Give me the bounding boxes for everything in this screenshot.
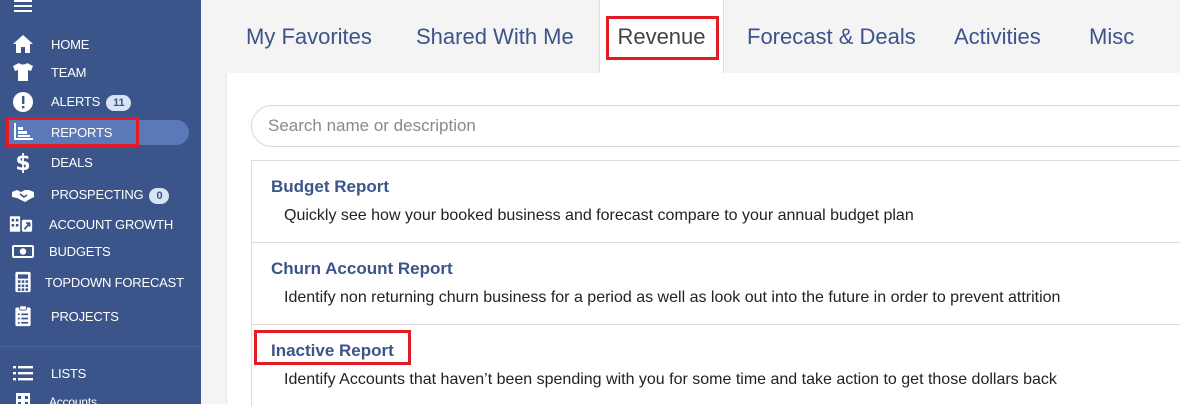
report-title-churn-account[interactable]: Churn Account Report: [271, 259, 453, 279]
report-description: Quickly see how your booked business and…: [284, 207, 914, 224]
sidebar-item-accounts[interactable]: Accounts: [0, 388, 201, 404]
main-content: My Favorites Shared With Me Revenue Fore…: [201, 0, 1180, 406]
tab-misc[interactable]: Misc: [1089, 0, 1134, 73]
shirt-icon: [10, 60, 36, 84]
sidebar-item-label: Accounts: [49, 395, 97, 404]
sidebar-item-account-growth[interactable]: ACCOUNT GROWTH: [0, 210, 201, 238]
sidebar-item-label: BUDGETS: [49, 243, 111, 259]
sidebar-item-label: PROJECTS: [51, 308, 119, 324]
sidebar-item-label: TEAM: [51, 64, 87, 80]
bar-chart-icon: [10, 120, 36, 144]
sidebar-item-topdown-forecast[interactable]: TOPDOWN FORECAST: [0, 268, 201, 296]
sidebar-item-lists[interactable]: LISTS: [0, 359, 201, 387]
tab-revenue[interactable]: Revenue: [599, 0, 724, 73]
list-item[interactable]: Churn Account Report Identify non return…: [251, 242, 1180, 324]
sidebar-item-label: REPORTS: [51, 124, 113, 140]
report-description: Identify non returning churn business fo…: [284, 289, 1061, 306]
sidebar-item-label: LISTS: [51, 365, 87, 381]
building-arrow-icon: [8, 212, 34, 236]
sidebar-item-budgets[interactable]: BUDGETS: [0, 237, 201, 265]
report-title-budget[interactable]: Budget Report: [271, 177, 389, 197]
clipboard-icon: [10, 304, 36, 328]
list-icon: [10, 361, 36, 385]
sidebar-item-prospecting[interactable]: PROSPECTING 0: [0, 181, 201, 209]
prospecting-count-badge: 0: [149, 187, 170, 204]
report-title-inactive[interactable]: Inactive Report: [271, 341, 394, 361]
report-description: Identify Accounts that haven’t been spen…: [284, 371, 1057, 388]
sidebar-divider: [0, 346, 201, 347]
grid-icon: [10, 390, 36, 404]
report-tabs: My Favorites Shared With Me Revenue Fore…: [201, 0, 1180, 73]
tab-shared-with-me[interactable]: Shared With Me: [416, 0, 574, 73]
alerts-count-badge: 11: [106, 94, 132, 111]
sidebar-item-label: ALERTS: [51, 93, 101, 109]
calculator-icon: [10, 270, 36, 294]
alert-icon: [10, 90, 36, 114]
tab-activities[interactable]: Activities: [954, 0, 1041, 73]
sidebar-item-label: ACCOUNT GROWTH: [49, 216, 174, 232]
handshake-icon: [10, 183, 36, 207]
dollar-icon: $: [10, 150, 36, 174]
home-icon: [10, 32, 36, 56]
reports-panel: Budget Report Quickly see how your booke…: [226, 73, 1180, 406]
sidebar-item-label: PROSPECTING: [51, 186, 144, 202]
search-input[interactable]: [251, 105, 1180, 147]
sidebar-item-label: HOME: [51, 36, 90, 52]
report-list: Budget Report Quickly see how your booke…: [251, 160, 1180, 406]
money-icon: [10, 239, 36, 263]
sidebar-item-projects[interactable]: PROJECTS: [0, 302, 201, 330]
sidebar-item-label: TOPDOWN FORECAST: [45, 274, 184, 290]
sidebar-item-label: DEALS: [51, 154, 93, 170]
tab-forecast-deals[interactable]: Forecast & Deals: [747, 0, 916, 73]
sidebar-item-deals[interactable]: $ DEALS: [0, 148, 201, 176]
list-item[interactable]: Inactive Report Identify Accounts that h…: [251, 324, 1180, 406]
sidebar-item-team[interactable]: TEAM: [0, 58, 201, 86]
sidebar-item-home[interactable]: HOME: [0, 30, 201, 58]
tab-my-favorites[interactable]: My Favorites: [246, 0, 372, 73]
svg-text:$: $: [15, 151, 30, 173]
sidebar-item-reports[interactable]: REPORTS: [0, 118, 201, 146]
sidebar-item-alerts[interactable]: ALERTS 11: [0, 88, 201, 116]
sidebar: HOME TEAM ALERTS 11 REPORTS $ DEALS PROS…: [0, 0, 201, 404]
hamburger-menu-icon[interactable]: [14, 0, 32, 12]
list-item[interactable]: Budget Report Quickly see how your booke…: [251, 160, 1180, 242]
